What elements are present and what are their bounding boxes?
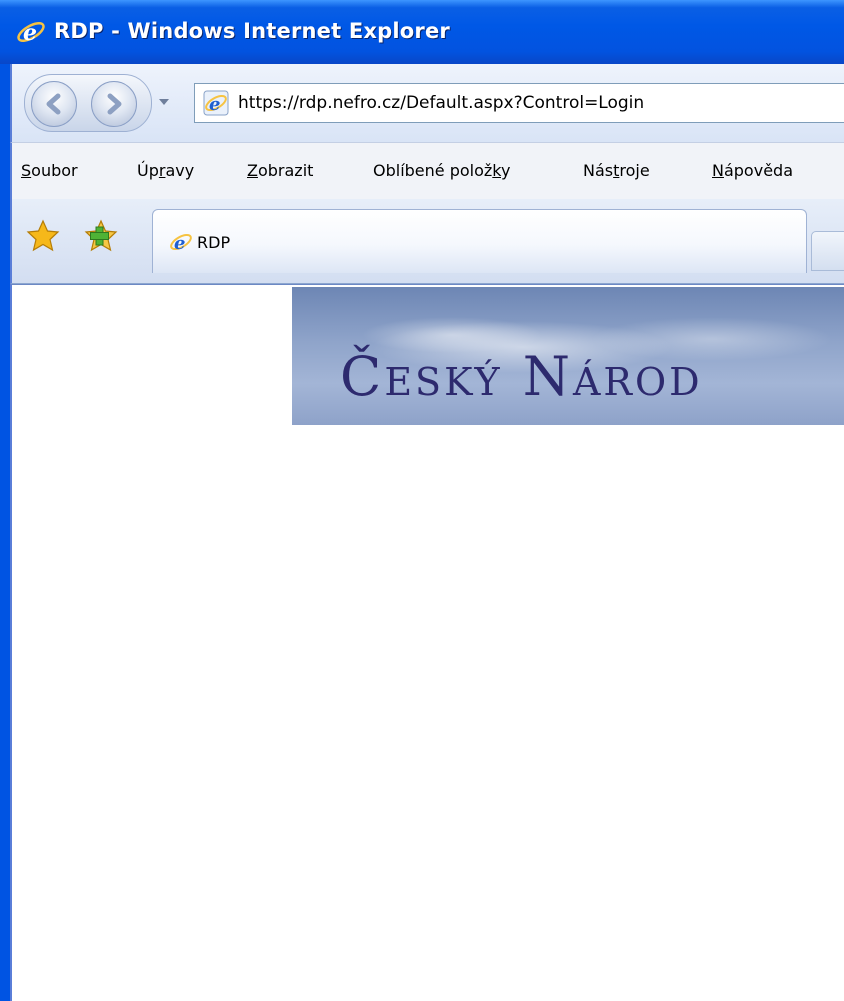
menu-bar: Soubor Úpravy Zobrazit Oblíbené položky …: [10, 142, 844, 200]
star-icon: [26, 219, 60, 252]
ie-tab-icon: e: [169, 230, 193, 258]
tab-label: RDP: [197, 233, 231, 252]
menu-soubor[interactable]: Soubor: [21, 161, 78, 180]
svg-text:e: e: [209, 94, 220, 115]
forward-arrow-icon: [107, 93, 122, 115]
page-content: Český Národ: [10, 284, 844, 1001]
tab-rdp[interactable]: e RDP: [152, 209, 807, 273]
add-favorite-button[interactable]: [84, 219, 118, 257]
address-url[interactable]: https://rdp.nefro.cz/Default.aspx?Contro…: [238, 93, 644, 113]
recent-pages-dropdown[interactable]: [157, 94, 171, 108]
chevron-down-icon: [159, 99, 169, 105]
nav-buttons: [24, 74, 152, 132]
add-favorite-icon: [84, 219, 118, 252]
ie-icon: e: [16, 17, 46, 47]
svg-text:e: e: [23, 20, 37, 46]
page-icon: e: [203, 90, 229, 116]
forward-button[interactable]: [91, 81, 137, 127]
window-title: RDP - Windows Internet Explorer: [54, 19, 450, 43]
new-tab-button[interactable]: [811, 231, 844, 271]
menu-zobrazit[interactable]: Zobrazit: [247, 161, 313, 180]
banner-title: Český Národ: [340, 345, 703, 408]
menu-nastroje[interactable]: Nástroje: [583, 161, 650, 180]
svg-text:e: e: [174, 233, 185, 254]
back-arrow-icon: [46, 93, 61, 115]
menu-oblibene[interactable]: Oblíbené položky: [373, 161, 510, 180]
address-bar[interactable]: e https://rdp.nefro.cz/Default.aspx?Cont…: [194, 83, 844, 123]
favorites-button[interactable]: [26, 219, 60, 257]
browser-window: e RDP - Windows Internet Explorer e http…: [0, 0, 844, 1001]
menu-upravy[interactable]: Úpravy: [137, 161, 194, 180]
header-banner: Český Národ: [292, 287, 844, 425]
tab-row: e RDP: [10, 199, 844, 284]
back-button[interactable]: [31, 81, 77, 127]
navigation-bar: e https://rdp.nefro.cz/Default.aspx?Cont…: [10, 64, 844, 142]
title-bar: e RDP - Windows Internet Explorer: [0, 0, 844, 64]
menu-napoveda[interactable]: Nápověda: [712, 161, 793, 180]
